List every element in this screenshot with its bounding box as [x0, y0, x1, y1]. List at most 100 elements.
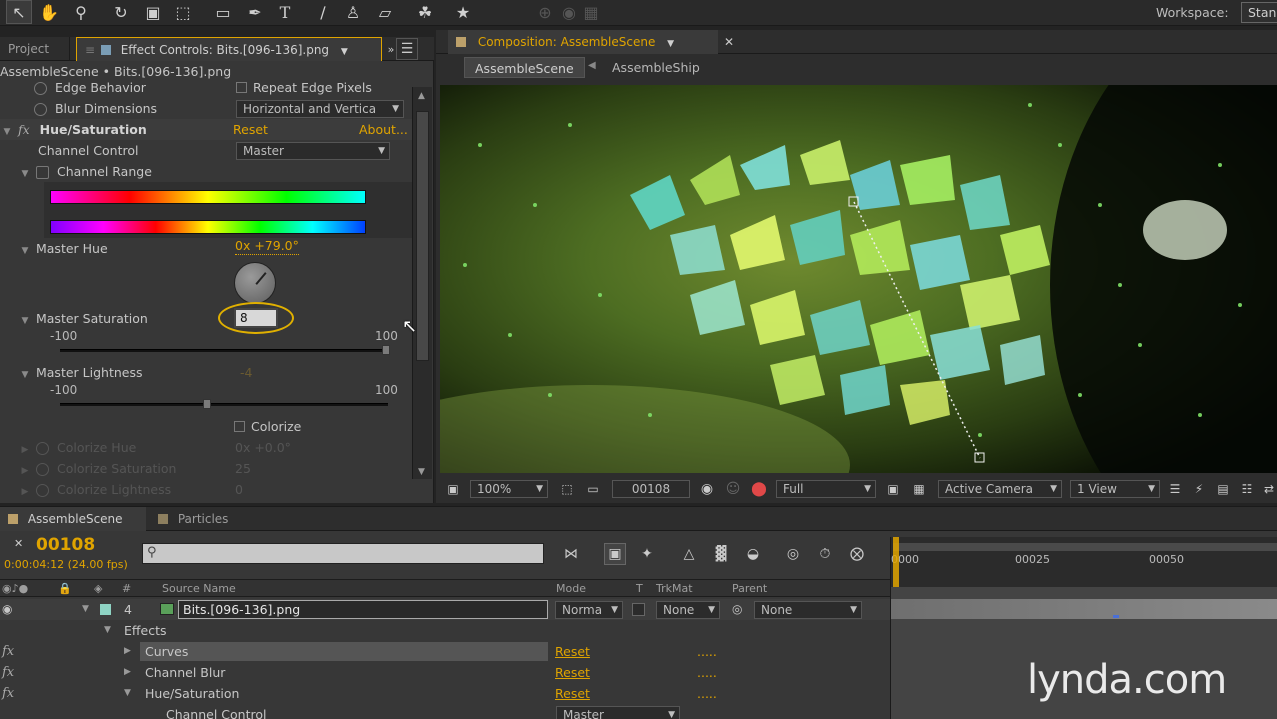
- scroll-up-icon[interactable]: ▲: [418, 91, 425, 101]
- blend-mode-dropdown[interactable]: Norma ▼: [555, 601, 623, 619]
- checkbox[interactable]: [236, 82, 247, 93]
- close-icon[interactable]: ✕: [14, 537, 23, 550]
- about-link[interactable]: About...: [359, 119, 408, 140]
- hand-tool-icon[interactable]: ✋: [36, 0, 62, 24]
- vertical-scrollbar[interactable]: ▲ ▼: [412, 87, 432, 479]
- master-lightness-value[interactable]: -4: [240, 362, 252, 383]
- auto-keyframe-icon[interactable]: ◎: [782, 543, 804, 565]
- selection-tool-icon[interactable]: ↖: [6, 0, 32, 24]
- effects-group-row[interactable]: ▼ Effects: [0, 620, 890, 641]
- channel-control-dropdown[interactable]: Master ▼: [556, 706, 680, 719]
- lock-icon[interactable]: [100, 45, 111, 55]
- fx-icon[interactable]: fx: [2, 683, 14, 704]
- effect-row-hue-saturation[interactable]: fx ▼ Hue/Saturation Reset .....: [0, 683, 890, 704]
- rectangle-tool-icon[interactable]: ▭: [210, 0, 236, 24]
- keyframe-marker[interactable]: [1113, 615, 1119, 618]
- frame-blending-icon[interactable]: △: [678, 543, 700, 565]
- saturation-slider-knob[interactable]: [382, 345, 390, 355]
- stopwatch-icon[interactable]: [35, 166, 49, 179]
- rotate-tool-icon[interactable]: ↻: [108, 0, 134, 24]
- effect-row-curves[interactable]: fx ▶ Curves Reset .....: [0, 641, 890, 662]
- camera-dropdown[interactable]: Active Camera ▼: [938, 480, 1062, 498]
- track-area[interactable]: lynda.com: [890, 587, 1277, 719]
- chevron-down-icon[interactable]: ▼: [667, 39, 674, 49]
- effect-row-channel-blur[interactable]: fx ▶ Channel Blur Reset .....: [0, 662, 890, 683]
- eraser-tool-icon[interactable]: ▱: [372, 0, 398, 24]
- pan-behind-tool-icon[interactable]: ⬚: [170, 0, 196, 24]
- snapshot-icon[interactable]: ◉: [696, 478, 718, 500]
- composition-viewer[interactable]: [440, 85, 1277, 473]
- fx-icon[interactable]: fx: [2, 641, 14, 662]
- timecode-field[interactable]: 00108: [612, 480, 690, 498]
- camera-tool-icon[interactable]: ▣: [140, 0, 166, 24]
- work-area-bar[interactable]: [893, 543, 1277, 551]
- roto-brush-tool-icon[interactable]: ☘: [412, 0, 438, 24]
- blur-dimensions-dropdown[interactable]: Horizontal and Vertica ▼: [236, 100, 404, 118]
- current-frame[interactable]: 00108: [36, 535, 95, 555]
- live-update-icon[interactable]: ⨂: [846, 543, 868, 565]
- time-ruler[interactable]: 0000 00025 00050: [890, 537, 1277, 587]
- reset-link[interactable]: Reset: [555, 641, 590, 662]
- saturation-slider-track[interactable]: [60, 349, 388, 352]
- fast-previews-icon[interactable]: ⚡: [1188, 478, 1210, 500]
- tab-effect-controls[interactable]: ≡ Effect Controls: Bits.[096-136].png ▼: [76, 37, 382, 61]
- reset-exposure-icon[interactable]: ⇄: [1258, 478, 1277, 500]
- type-tool-icon[interactable]: T: [272, 0, 298, 24]
- tab-particles[interactable]: Particles: [150, 507, 250, 531]
- graph-editor-icon[interactable]: ⏱: [814, 543, 836, 565]
- channel-control-dropdown[interactable]: Master ▼: [236, 142, 390, 160]
- parent-dropdown[interactable]: None ▼: [754, 601, 862, 619]
- layer-name-field[interactable]: Bits.[096-136].png: [178, 600, 548, 619]
- expand-triangle-icon[interactable]: ▶: [124, 641, 131, 662]
- resolution-dropdown[interactable]: Full ▼: [776, 480, 876, 498]
- eye-icon[interactable]: ◉: [2, 599, 12, 620]
- workspace-dropdown[interactable]: Stan: [1241, 2, 1277, 23]
- expand-triangle-icon[interactable]: ▶: [124, 662, 131, 683]
- reset-link[interactable]: Reset: [233, 119, 268, 140]
- preserve-transparency-checkbox[interactable]: [632, 603, 645, 616]
- stopwatch-icon[interactable]: [34, 103, 47, 116]
- layer-row[interactable]: ◉ ▼ 4 Bits.[096-136].png Norma ▼ None ▼ ◎ …: [0, 599, 890, 620]
- comp-mini-flowchart-icon[interactable]: ⋈: [560, 543, 582, 565]
- draft-3d-icon[interactable]: ▣: [604, 543, 626, 565]
- col-source[interactable]: Source Name: [162, 580, 236, 598]
- fit-icon[interactable]: ⬚: [556, 478, 578, 500]
- stopwatch-icon[interactable]: [34, 82, 47, 95]
- lock-icon[interactable]: [456, 37, 466, 47]
- timeline-icon[interactable]: ▤: [1212, 478, 1234, 500]
- always-preview-icon[interactable]: ▣: [442, 478, 464, 500]
- collapse-triangle-icon[interactable]: ▼: [124, 683, 131, 704]
- clone-stamp-tool-icon[interactable]: ♙: [340, 0, 366, 24]
- fx-icon[interactable]: fx: [18, 122, 30, 137]
- brainstorm-icon[interactable]: ◒: [742, 543, 764, 565]
- reset-link[interactable]: Reset: [555, 662, 590, 683]
- collapse-triangle-icon[interactable]: ▼: [18, 365, 32, 386]
- pen-tool-icon[interactable]: ✒: [242, 0, 268, 24]
- lightness-slider-knob[interactable]: [203, 399, 211, 409]
- expand-triangle-icon[interactable]: ▼: [82, 599, 89, 620]
- layer-duration-bar[interactable]: [891, 599, 1277, 619]
- crumb-assembleship[interactable]: AssembleShip: [612, 60, 700, 75]
- search-input[interactable]: ⚲: [142, 543, 544, 564]
- tab-composition[interactable]: Composition: AssembleScene ▼: [448, 30, 718, 54]
- tab-project[interactable]: Project: [0, 37, 70, 61]
- close-icon[interactable]: ✕: [718, 31, 740, 53]
- tab-assemblescene[interactable]: AssembleScene ✕: [0, 507, 146, 550]
- zoom-dropdown[interactable]: 100% ▼: [470, 480, 548, 498]
- safe-zones-icon[interactable]: ▭: [582, 478, 604, 500]
- toggle-pixel-aspect-icon[interactable]: ☰: [1164, 478, 1186, 500]
- pickwhip-icon[interactable]: ◎: [732, 599, 742, 620]
- collapse-triangle-icon[interactable]: ▼: [18, 311, 32, 332]
- master-hue-value[interactable]: 0x +79.0°: [235, 238, 299, 255]
- channel-control-row[interactable]: Channel Control Master ▼: [0, 704, 890, 719]
- zoom-tool-icon[interactable]: ⚲: [68, 0, 94, 24]
- channels-icon[interactable]: ⬤: [748, 478, 770, 500]
- transparency-grid-icon[interactable]: ▦: [908, 478, 930, 500]
- panel-menu-icon[interactable]: ☰: [396, 38, 418, 60]
- collapse-triangle-icon[interactable]: ▼: [18, 164, 32, 185]
- shy-layers-icon[interactable]: ✦: [636, 543, 658, 565]
- master-saturation-input[interactable]: 8: [234, 308, 278, 328]
- trkmat-dropdown[interactable]: None ▼: [656, 601, 720, 619]
- crumb-assemblescene[interactable]: AssembleScene: [464, 57, 585, 78]
- scroll-down-icon[interactable]: ▼: [418, 467, 425, 477]
